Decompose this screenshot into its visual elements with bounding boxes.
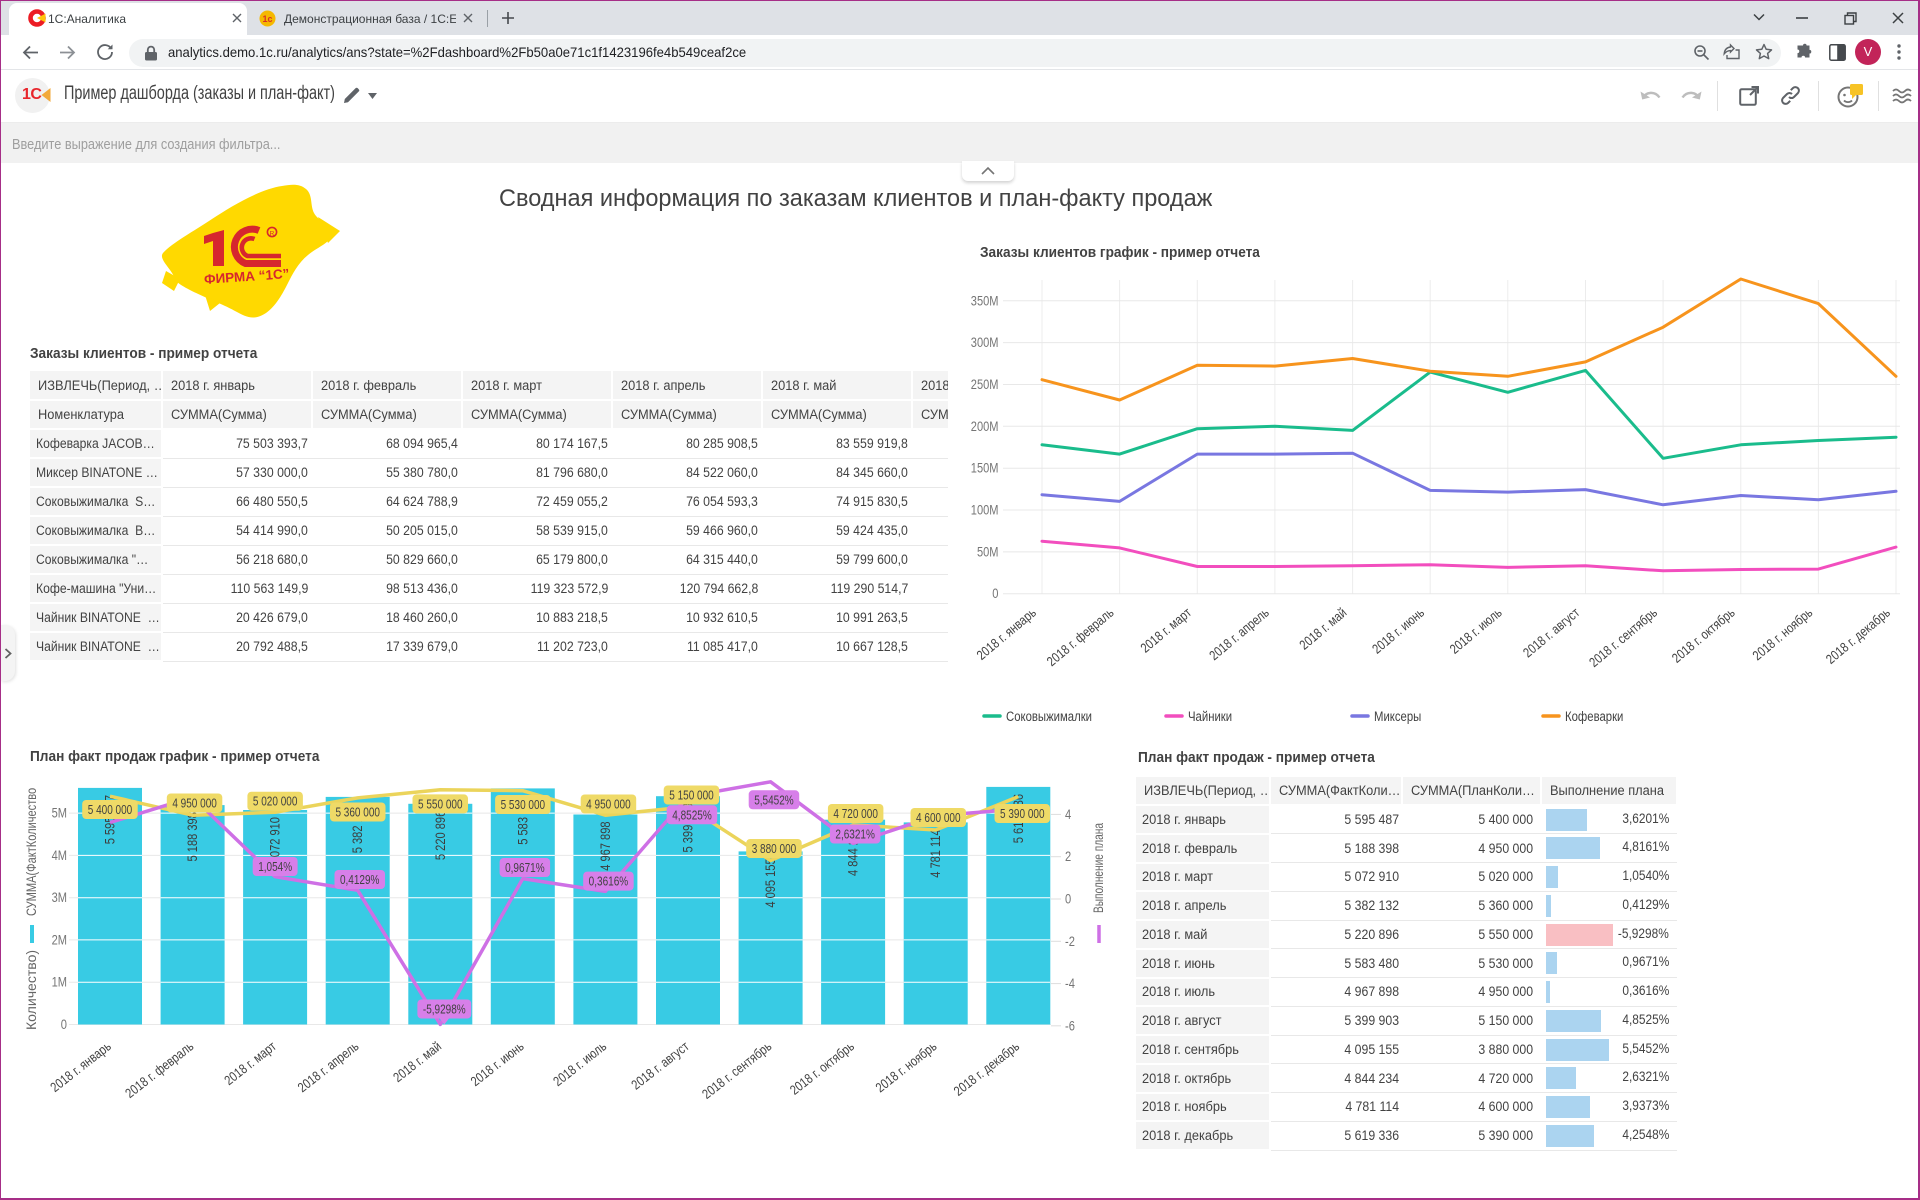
svg-text:Выполнение плана: Выполнение плана bbox=[1091, 823, 1106, 913]
svg-text:5M: 5M bbox=[52, 806, 67, 821]
svg-text:2018 г. май: 2018 г. май bbox=[390, 1039, 444, 1086]
svg-text:2018 г. август: 2018 г. август bbox=[629, 1039, 692, 1093]
svg-text:R: R bbox=[270, 231, 275, 238]
svg-text:2018 г. декабрь: 2018 г. декабрь bbox=[951, 1039, 1022, 1099]
svg-text:2,6321%: 2,6321% bbox=[835, 828, 875, 842]
svg-text:1,054%: 1,054% bbox=[258, 860, 292, 874]
svg-text:5 530 000: 5 530 000 bbox=[501, 798, 546, 812]
svg-text:2018 г. октябрь: 2018 г. октябрь bbox=[787, 1039, 857, 1098]
svg-text:0: 0 bbox=[1065, 892, 1071, 907]
svg-text:2018 г. сентябрь: 2018 г. сентябрь bbox=[699, 1039, 774, 1102]
svg-text:2: 2 bbox=[1065, 849, 1071, 864]
svg-text:2018 г. февраль: 2018 г. февраль bbox=[122, 1039, 196, 1101]
svg-text:-5,9298%: -5,9298% bbox=[423, 1003, 466, 1017]
svg-text:5 220 896: 5 220 896 bbox=[433, 811, 448, 860]
svg-text:4,8525%: 4,8525% bbox=[672, 808, 712, 822]
svg-text:Количество): Количество) bbox=[24, 950, 39, 1030]
svg-text:2018 г. июнь: 2018 г. июнь bbox=[468, 1039, 527, 1090]
svg-text:4 095 155: 4 095 155 bbox=[763, 858, 778, 907]
svg-text:3 880 000: 3 880 000 bbox=[752, 842, 797, 856]
svg-text:4 600 000: 4 600 000 bbox=[916, 811, 961, 825]
svg-text:5 390 000: 5 390 000 bbox=[1000, 807, 1045, 821]
svg-text:0: 0 bbox=[61, 1017, 67, 1032]
svg-text:2018 г. июль: 2018 г. июль bbox=[550, 1039, 609, 1090]
svg-text:5 020 000: 5 020 000 bbox=[253, 795, 298, 809]
svg-text:-6: -6 bbox=[1065, 1018, 1075, 1033]
svg-text:2M: 2M bbox=[52, 932, 67, 947]
svg-text:3M: 3M bbox=[52, 890, 67, 905]
svg-text:5 188 398: 5 188 398 bbox=[185, 812, 200, 861]
svg-text:0,3616%: 0,3616% bbox=[589, 875, 629, 889]
svg-text:4 781 114: 4 781 114 bbox=[928, 829, 943, 878]
svg-text:4 967 898: 4 967 898 bbox=[598, 821, 613, 870]
svg-text:4 720 000: 4 720 000 bbox=[833, 807, 878, 821]
svg-text:5 150 000: 5 150 000 bbox=[669, 789, 714, 803]
svg-text:5,5452%: 5,5452% bbox=[754, 793, 794, 807]
svg-text:4: 4 bbox=[1065, 807, 1072, 822]
svg-text:2018 г. ноябрь: 2018 г. ноябрь bbox=[873, 1039, 940, 1096]
svg-text:0,4129%: 0,4129% bbox=[340, 873, 380, 887]
svg-text:2018 г. январь: 2018 г. январь bbox=[47, 1039, 113, 1095]
svg-text:4 950 000: 4 950 000 bbox=[586, 798, 631, 812]
svg-text:4M: 4M bbox=[52, 848, 67, 863]
svg-text:5 360 000: 5 360 000 bbox=[335, 806, 380, 820]
svg-text:0,9671%: 0,9671% bbox=[505, 861, 545, 875]
svg-text:-2: -2 bbox=[1065, 934, 1075, 949]
svg-text:-4: -4 bbox=[1065, 976, 1075, 991]
svg-text:5 550 000: 5 550 000 bbox=[418, 797, 463, 811]
svg-text:2018 г. апрель: 2018 г. апрель bbox=[295, 1039, 362, 1096]
svg-text:4 950 000: 4 950 000 bbox=[172, 797, 217, 811]
svg-text:1M: 1M bbox=[52, 975, 67, 990]
svg-text:2018 г. март: 2018 г. март bbox=[221, 1039, 279, 1089]
svg-text:5 400 000: 5 400 000 bbox=[88, 803, 133, 817]
svg-text:СУММА(ФактКоличество: СУММА(ФактКоличество bbox=[24, 788, 39, 916]
